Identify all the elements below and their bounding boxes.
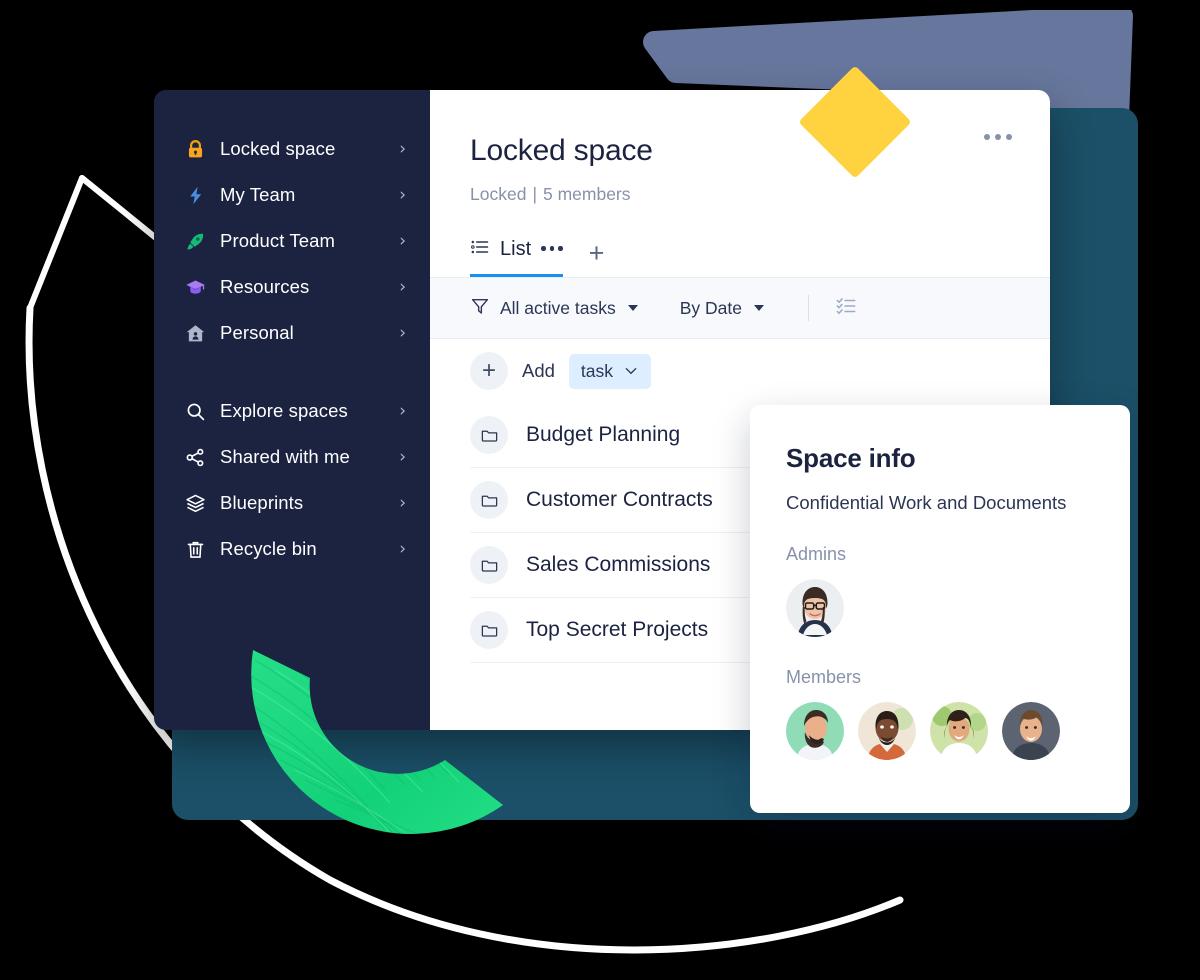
sort-filter-dropdown[interactable]: By Date xyxy=(680,298,764,319)
graduation-icon xyxy=(184,276,206,298)
chevron-right-icon: › xyxy=(399,138,406,159)
sidebar-item-label: Shared with me xyxy=(220,446,350,467)
members-label: Members xyxy=(786,667,862,687)
chevron-right-icon: › xyxy=(399,446,406,467)
dot xyxy=(1006,134,1012,140)
funnel-icon xyxy=(470,296,490,321)
member-avatar[interactable] xyxy=(786,702,844,760)
folder-icon xyxy=(470,546,508,584)
sidebar-item-label: Explore spaces xyxy=(220,400,348,421)
dot xyxy=(995,134,1001,140)
sidebar-item-personal[interactable]: Personal › xyxy=(154,310,430,356)
screenshot-root: Locked space › My Team › Product Team › xyxy=(0,0,1200,980)
sidebar-item-label: Locked space xyxy=(220,138,336,159)
sidebar-item-recycle-bin[interactable]: Recycle bin › xyxy=(154,526,430,572)
space-info-panel: Space info Confidential Work and Documen… xyxy=(750,405,1130,813)
home-icon xyxy=(184,322,206,344)
sidebar-item-shared-with-me[interactable]: Shared with me › xyxy=(154,434,430,480)
tab-options-icon[interactable] xyxy=(541,246,563,253)
sidebar-item-label: Product Team xyxy=(220,230,336,251)
add-view-button[interactable]: + xyxy=(589,240,605,277)
space-meta: Locked | 5 members xyxy=(470,184,1010,205)
sidebar-item-explore-spaces[interactable]: Explore spaces › xyxy=(154,388,430,434)
task-name: Customer Contracts xyxy=(526,488,713,511)
chevron-down-icon xyxy=(753,305,764,311)
meta-separator: | xyxy=(532,184,537,204)
space-header: Locked space Locked | 5 members xyxy=(430,90,1050,205)
sidebar-item-locked-space[interactable]: Locked space › xyxy=(154,126,430,172)
trash-icon xyxy=(184,538,206,560)
chevron-right-icon: › xyxy=(399,400,406,421)
admins-list xyxy=(786,579,1094,637)
folder-icon xyxy=(470,481,508,519)
list-view-icon xyxy=(470,237,490,262)
members-list xyxy=(786,702,1094,760)
member-avatar[interactable] xyxy=(1002,702,1060,760)
add-button[interactable]: + xyxy=(470,352,508,390)
admins-label: Admins xyxy=(786,544,847,564)
status-badge: Locked xyxy=(470,184,527,204)
chevron-right-icon: › xyxy=(399,538,406,559)
more-options-button[interactable] xyxy=(984,134,1012,140)
status-filter-dropdown[interactable]: All active tasks xyxy=(470,296,638,321)
chevron-right-icon: › xyxy=(399,184,406,205)
checklist-icon[interactable] xyxy=(835,295,857,322)
chevron-right-icon: › xyxy=(399,492,406,513)
rocket-icon xyxy=(184,230,206,252)
sidebar-item-my-team[interactable]: My Team › xyxy=(154,172,430,218)
space-info-title: Space info xyxy=(786,443,916,473)
sidebar-item-label: Resources xyxy=(220,276,310,297)
chevron-down-icon xyxy=(625,368,637,375)
chevron-down-icon xyxy=(627,305,638,311)
lock-icon xyxy=(184,138,206,160)
chevron-right-icon: › xyxy=(399,322,406,343)
chevron-right-icon: › xyxy=(399,230,406,251)
dot xyxy=(541,246,546,251)
share-icon xyxy=(184,446,206,468)
sidebar-item-resources[interactable]: Resources › xyxy=(154,264,430,310)
member-avatar[interactable] xyxy=(930,702,988,760)
sidebar-item-label: My Team xyxy=(220,184,296,205)
tab-list[interactable]: List xyxy=(470,237,563,277)
dot xyxy=(984,134,990,140)
sort-filter-label: By Date xyxy=(679,297,742,318)
page-title: Locked space xyxy=(470,134,653,167)
task-name: Budget Planning xyxy=(526,423,681,446)
admin-avatar[interactable] xyxy=(786,579,844,637)
search-icon xyxy=(184,400,206,422)
task-name: Top Secret Projects xyxy=(526,618,709,641)
add-label: Add xyxy=(522,360,555,381)
dot xyxy=(549,246,555,251)
sidebar-item-blueprints[interactable]: Blueprints › xyxy=(154,480,430,526)
sidebar-divider-gap xyxy=(154,356,430,388)
task-name: Sales Commissions xyxy=(526,553,711,576)
lightning-icon xyxy=(184,184,206,206)
toolbar-divider xyxy=(807,295,809,321)
members-count: 5 members xyxy=(542,184,631,204)
sidebar-item-product-team[interactable]: Product Team › xyxy=(154,218,430,264)
status-filter-label: All active tasks xyxy=(500,297,616,318)
sidebar-item-label: Blueprints xyxy=(220,492,304,513)
folder-icon xyxy=(470,416,508,454)
layers-icon xyxy=(184,492,206,514)
member-avatar[interactable] xyxy=(858,702,916,760)
tab-label: List xyxy=(500,238,532,260)
add-type-dropdown[interactable]: task xyxy=(568,353,652,389)
folder-icon xyxy=(470,611,508,649)
view-tabs: List + xyxy=(430,205,1050,277)
add-type-label: task xyxy=(580,360,614,381)
add-task-row: + Add task xyxy=(430,339,1050,403)
filter-toolbar: All active tasks By Date xyxy=(430,277,1050,339)
dot xyxy=(558,246,563,251)
sidebar: Locked space › My Team › Product Team › xyxy=(154,90,430,730)
sidebar-item-label: Personal xyxy=(220,322,294,343)
sidebar-item-label: Recycle bin xyxy=(220,538,317,559)
chevron-right-icon: › xyxy=(399,276,406,297)
space-info-description: Confidential Work and Documents xyxy=(786,492,1067,513)
